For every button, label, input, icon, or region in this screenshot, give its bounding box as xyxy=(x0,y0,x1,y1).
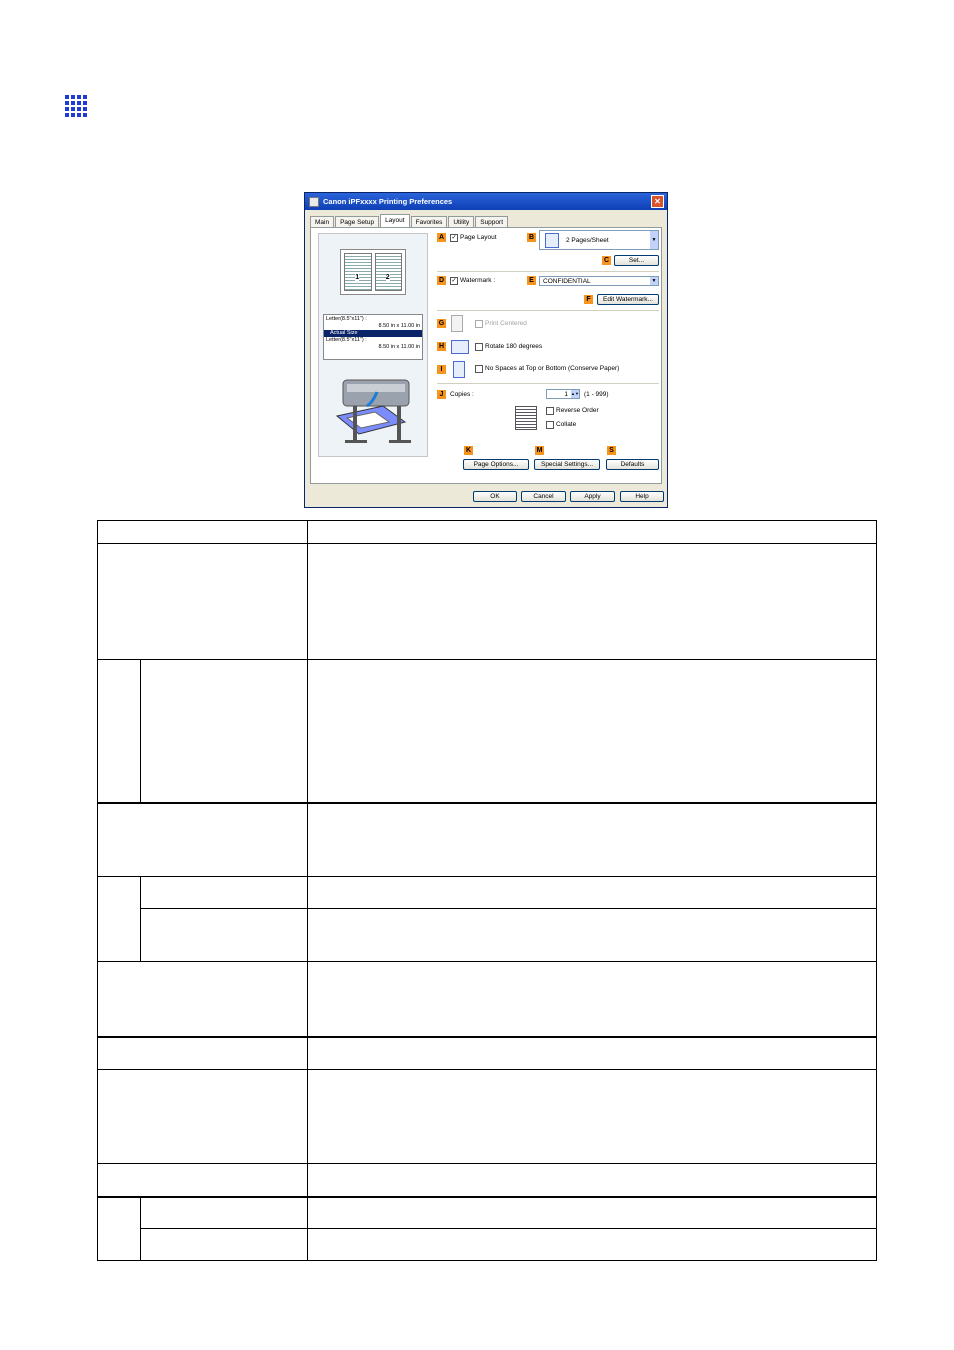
print-centered-label: Print Centered xyxy=(485,320,527,327)
paper-size-info: Letter(8.5"x11") : 8.50 in x 11.00 in Ac… xyxy=(323,314,423,360)
grid-icon xyxy=(65,95,87,117)
close-icon[interactable]: ✕ xyxy=(651,195,664,208)
preview-page-2: 2 xyxy=(374,253,402,291)
label-g: G xyxy=(437,319,446,328)
actual-size-row: Actual Size xyxy=(324,330,422,337)
collate-label: Collate xyxy=(556,421,577,428)
table-row xyxy=(97,961,877,1037)
table-row xyxy=(97,543,877,660)
table-row xyxy=(97,1195,877,1261)
ok-button[interactable]: OK xyxy=(473,491,517,502)
table-row xyxy=(97,1163,877,1197)
edit-watermark-button[interactable]: Edit Watermark... xyxy=(597,294,659,305)
tab-layout[interactable]: Layout xyxy=(380,214,410,228)
collate-checkbox[interactable] xyxy=(546,421,554,429)
copies-input[interactable]: 1 ▲▼ xyxy=(546,389,580,399)
defaults-button[interactable]: Defaults xyxy=(606,459,659,470)
print-centered-checkbox[interactable] xyxy=(475,320,483,328)
page-layout-label: Page Layout xyxy=(460,234,497,241)
label-f: F xyxy=(584,295,593,304)
reverse-order-checkbox[interactable] xyxy=(546,407,554,415)
printing-preferences-dialog: Canon iPFxxxx Printing Preferences ✕ Mai… xyxy=(304,192,668,508)
table-row xyxy=(97,520,877,544)
label-c: C xyxy=(602,256,611,265)
table-row xyxy=(97,1069,877,1164)
separator xyxy=(437,271,659,272)
printer-illustration xyxy=(335,379,411,443)
page-layout-preview: 1 2 xyxy=(340,249,406,295)
table-row xyxy=(97,1035,877,1070)
rotate-checkbox[interactable] xyxy=(475,343,483,351)
label-k: K xyxy=(464,446,473,455)
layout-thumb-icon xyxy=(545,233,559,248)
no-spaces-label: No Spaces at Top or Bottom (Conserve Pap… xyxy=(485,365,620,372)
preview-page-1: 1 xyxy=(344,253,372,291)
watermark-checkbox[interactable]: ✓ xyxy=(450,277,458,285)
label-a: A xyxy=(437,233,446,242)
separator xyxy=(437,383,659,384)
rotate-label: Rotate 180 degrees xyxy=(485,343,543,350)
watermark-label: Watermark : xyxy=(460,277,496,284)
cancel-button[interactable]: Cancel xyxy=(521,491,566,502)
table-row xyxy=(98,1228,877,1261)
spinner-icon[interactable]: ▲▼ xyxy=(571,390,579,398)
chevron-down-icon: ▼ xyxy=(650,277,658,285)
title-bar: Canon iPFxxxx Printing Preferences ✕ xyxy=(305,193,667,210)
rotate-icon xyxy=(451,340,469,354)
printer-app-icon xyxy=(309,196,319,207)
set-button[interactable]: Set... xyxy=(614,255,659,266)
watermark-select[interactable]: CONFIDENTIAL ▼ xyxy=(539,276,659,286)
help-button[interactable]: Help xyxy=(620,491,664,502)
label-s: S xyxy=(607,446,616,455)
no-spaces-checkbox[interactable] xyxy=(475,365,483,373)
label-j: J xyxy=(437,390,446,399)
dialog-title: Canon iPFxxxx Printing Preferences xyxy=(323,197,453,206)
reverse-order-label: Reverse Order xyxy=(556,407,599,414)
copies-label: Copies : xyxy=(450,391,474,398)
label-b: B xyxy=(527,233,536,242)
label-e: E xyxy=(527,276,536,285)
label-m: M xyxy=(535,446,544,455)
label-h: H xyxy=(437,342,446,351)
layout-panel: 1 2 Letter(8.5"x11") : 8.50 in x 11.00 i… xyxy=(310,227,662,484)
conserve-paper-icon xyxy=(453,361,465,378)
preview-area: 1 2 Letter(8.5"x11") : 8.50 in x 11.00 i… xyxy=(318,233,428,457)
settings-table xyxy=(97,520,877,1261)
label-i: I xyxy=(437,365,446,374)
print-centered-icon xyxy=(451,315,463,332)
copies-stack-icon xyxy=(515,406,537,430)
special-settings-button[interactable]: Special Settings... xyxy=(534,459,600,470)
apply-button[interactable]: Apply xyxy=(570,491,615,502)
copies-range: (1 - 999) xyxy=(584,391,609,398)
page-options-button[interactable]: Page Options... xyxy=(463,459,529,470)
chevron-down-icon: ▼ xyxy=(650,231,658,249)
table-row xyxy=(98,908,877,962)
table-row xyxy=(97,876,877,962)
separator xyxy=(437,310,659,311)
page-layout-checkbox[interactable]: ✓ xyxy=(450,234,458,242)
table-row xyxy=(97,801,877,877)
table-row xyxy=(97,659,877,803)
label-d: D xyxy=(437,276,446,285)
